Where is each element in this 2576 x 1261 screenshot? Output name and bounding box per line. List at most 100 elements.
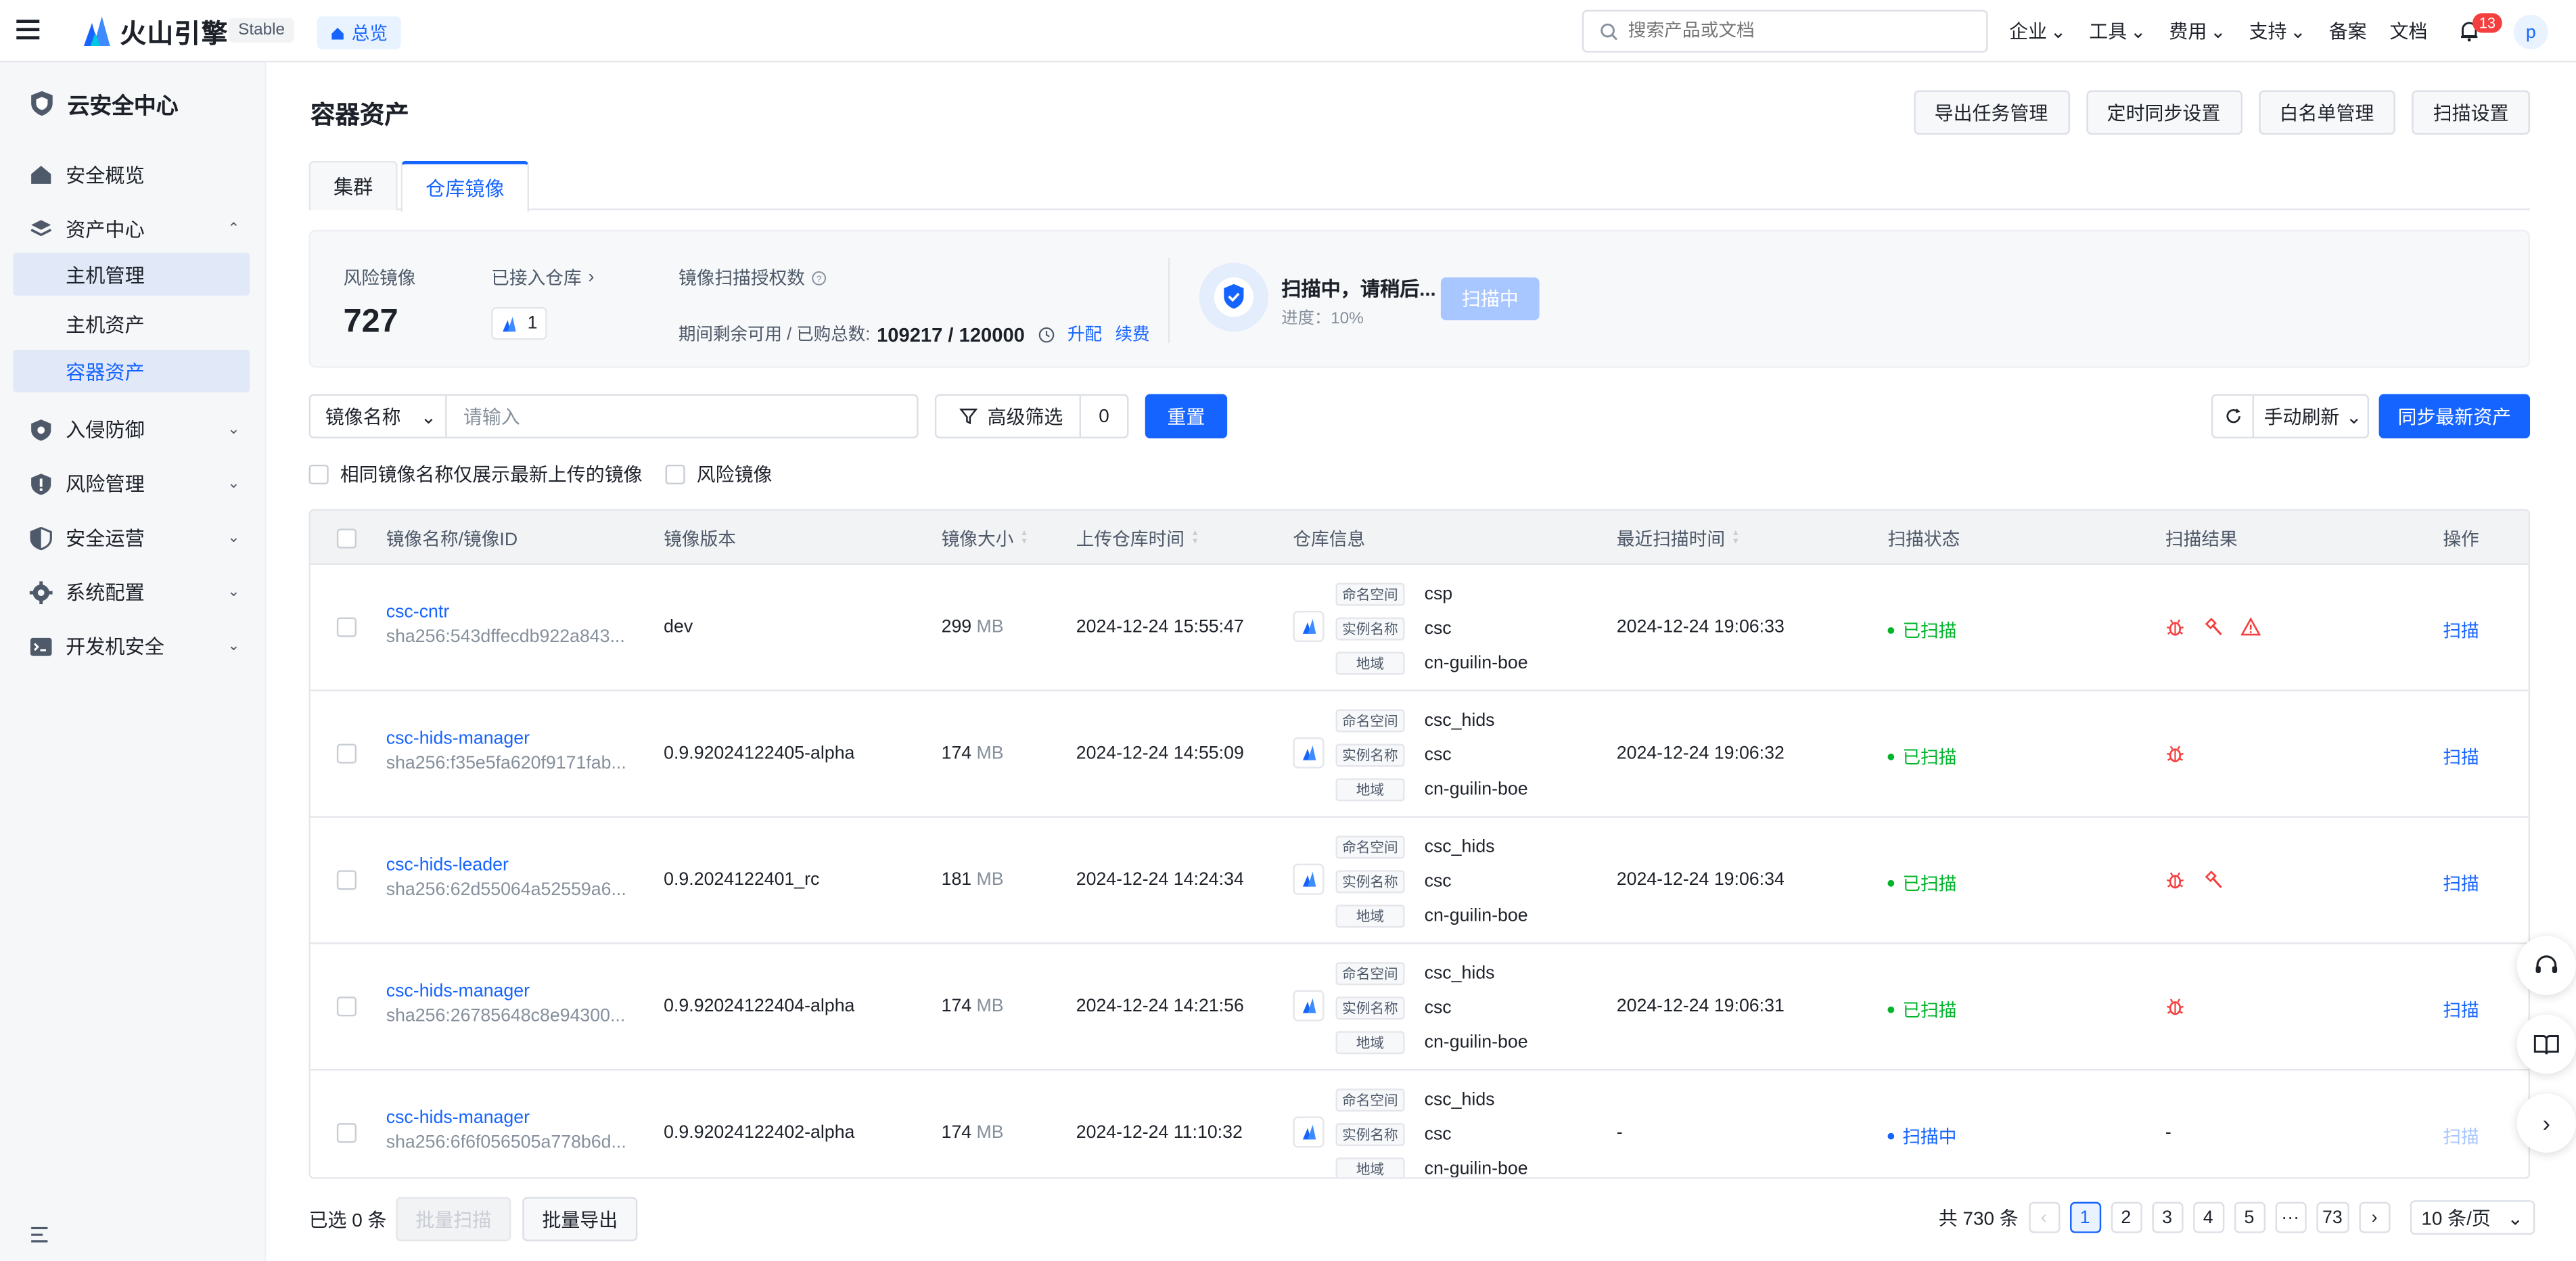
- renew-link[interactable]: 续费: [1115, 322, 1149, 346]
- select-all-checkbox[interactable]: [336, 511, 357, 565]
- col-size[interactable]: 镜像大小 ▲ ▼: [942, 511, 1029, 565]
- hammer-icon[interactable]: [2203, 870, 2223, 890]
- page-button[interactable]: 73: [2316, 1201, 2349, 1233]
- docs-float-button[interactable]: [2516, 1014, 2576, 1074]
- batch-export-button[interactable]: 批量导出: [522, 1197, 638, 1241]
- checkbox-box[interactable]: [308, 464, 329, 484]
- status-dot: [1887, 754, 1895, 760]
- menu-enterprise[interactable]: 企业 ⌄: [2009, 18, 2066, 45]
- overview-link[interactable]: 总览: [317, 16, 401, 49]
- sidebar-item-devbox[interactable]: 开发机安全 ⌄: [30, 632, 240, 660]
- page-button[interactable]: 2: [2110, 1201, 2142, 1233]
- scanning-button[interactable]: 扫描中: [1440, 277, 1540, 321]
- refresh-mode-select[interactable]: 手动刷新 ⌄: [2254, 403, 2362, 430]
- batch-scan-button[interactable]: 批量扫描: [396, 1197, 511, 1241]
- bug-icon[interactable]: [2165, 996, 2185, 1016]
- prev-page-button[interactable]: ‹: [2028, 1201, 2060, 1233]
- menu-billing[interactable]: 费用 ⌄: [2169, 18, 2226, 45]
- sync-assets-button[interactable]: 同步最新资产: [2378, 394, 2531, 439]
- size-value: 174: [941, 1123, 972, 1143]
- sort-icon[interactable]: ▲ ▼: [1020, 529, 1028, 546]
- row-checkbox[interactable]: [336, 870, 357, 890]
- menu-docs[interactable]: 文档: [2390, 18, 2428, 45]
- row-checkbox[interactable]: [336, 1123, 357, 1143]
- next-page-button[interactable]: ›: [2359, 1201, 2391, 1233]
- reset-button[interactable]: 重置: [1145, 394, 1228, 439]
- tab-repo-images[interactable]: 仓库镜像: [400, 160, 530, 212]
- sidebar-item-risk[interactable]: 风险管理 ⌄: [30, 469, 240, 497]
- global-search[interactable]: [1582, 9, 1988, 53]
- upgrade-link[interactable]: 升配: [1067, 322, 1102, 346]
- image-name-link[interactable]: csc-hids-manager: [386, 1108, 530, 1128]
- menu-icon[interactable]: [16, 20, 40, 40]
- warning-icon[interactable]: [2240, 617, 2261, 637]
- menu-tools[interactable]: 工具 ⌄: [2089, 18, 2146, 45]
- terminal-icon: [30, 637, 52, 656]
- hammer-icon[interactable]: [2203, 618, 2223, 637]
- avatar[interactable]: p: [2513, 14, 2548, 49]
- refresh-button[interactable]: [2213, 395, 2255, 437]
- advanced-filter-button[interactable]: 高级筛选 0: [934, 394, 1129, 439]
- help-icon[interactable]: ?: [812, 270, 827, 285]
- latest-only-checkbox[interactable]: 相同镜像名称仅展示最新上传的镜像: [308, 461, 643, 488]
- checkbox-box[interactable]: [336, 743, 357, 764]
- home-icon: [31, 166, 51, 184]
- support-float-button[interactable]: [2516, 936, 2576, 995]
- sort-icon[interactable]: ▲ ▼: [1191, 529, 1199, 546]
- sidebar-item-settings[interactable]: 系统配置 ⌄: [29, 578, 240, 605]
- scan-settings-button[interactable]: 扫描设置: [2412, 90, 2531, 135]
- sidebar-item-overview[interactable]: 安全概览: [30, 161, 240, 189]
- scan-action-link[interactable]: 扫描: [2443, 996, 2479, 1023]
- row-checkbox[interactable]: [336, 996, 357, 1017]
- image-name-link[interactable]: csc-cntr: [386, 603, 450, 622]
- size-value: 181: [941, 870, 972, 890]
- page-size-select[interactable]: 10 条/页 ⌄: [2410, 1200, 2535, 1235]
- checkbox-box[interactable]: [336, 870, 357, 890]
- row-checkbox[interactable]: [336, 617, 357, 637]
- checkbox-box[interactable]: [336, 996, 357, 1017]
- checkbox-box[interactable]: [665, 464, 685, 484]
- row-checkbox[interactable]: [336, 743, 357, 764]
- search-input[interactable]: [1628, 21, 1957, 41]
- name-search-input[interactable]: 请输入: [445, 394, 919, 439]
- bug-icon[interactable]: [2165, 618, 2185, 637]
- expand-float-button[interactable]: ›: [2516, 1093, 2576, 1153]
- scheduled-sync-button[interactable]: 定时同步设置: [2086, 90, 2242, 135]
- image-name-link[interactable]: csc-hids-leader: [386, 856, 509, 875]
- bug-icon[interactable]: [2165, 870, 2185, 890]
- tab-cluster[interactable]: 集群: [308, 160, 398, 210]
- menu-icp[interactable]: 备案: [2329, 18, 2367, 45]
- export-tasks-button[interactable]: 导出任务管理: [1913, 90, 2069, 135]
- page-button[interactable]: 1: [2069, 1201, 2101, 1233]
- sidebar-item-intrusion[interactable]: 入侵防御 ⌄: [30, 415, 240, 443]
- sidebar-item-operations[interactable]: 安全运营 ⌄: [30, 524, 240, 551]
- sidebar-sub-host-assets[interactable]: 主机资产: [13, 302, 250, 345]
- checkbox-box[interactable]: [336, 1123, 357, 1143]
- checkbox-box[interactable]: [336, 528, 357, 548]
- scan-action-link[interactable]: 扫描: [2443, 870, 2479, 896]
- col-upload-time[interactable]: 上传仓库时间 ▲ ▼: [1076, 511, 1199, 565]
- sort-icon[interactable]: ▲ ▼: [1732, 529, 1740, 546]
- sidebar-sub-container-assets[interactable]: 容器资产: [13, 349, 250, 393]
- page-ellipsis[interactable]: ···: [2274, 1201, 2306, 1233]
- connected-repos-link[interactable]: 已接入仓库 ›: [491, 265, 594, 291]
- brand-logo[interactable]: 火山引擎: [80, 12, 229, 51]
- sidebar-item-assets[interactable]: 资产中心 ⌃: [30, 215, 240, 243]
- page-button[interactable]: 4: [2192, 1201, 2224, 1233]
- scan-action-link[interactable]: 扫描: [2443, 618, 2479, 644]
- image-name-link[interactable]: csc-hids-manager: [386, 982, 530, 1001]
- image-name-link[interactable]: csc-hids-manager: [386, 729, 530, 749]
- scan-action-link[interactable]: 扫描: [2443, 743, 2479, 770]
- col-scan-time[interactable]: 最近扫描时间 ▲ ▼: [1617, 511, 1740, 565]
- sidebar-sub-host-management[interactable]: 主机管理: [13, 252, 250, 296]
- page-button[interactable]: 3: [2151, 1201, 2183, 1233]
- page-button[interactable]: 5: [2233, 1201, 2266, 1233]
- scan-action-link[interactable]: 扫描: [2443, 1123, 2479, 1149]
- menu-support[interactable]: 支持 ⌄: [2249, 18, 2306, 45]
- risk-images-checkbox[interactable]: 风险镜像: [665, 461, 772, 488]
- bug-icon[interactable]: [2165, 743, 2185, 763]
- checkbox-box[interactable]: [336, 617, 357, 637]
- collapse-sidebar-icon[interactable]: [30, 1225, 49, 1245]
- field-select[interactable]: 镜像名称 ⌄: [308, 394, 447, 439]
- whitelist-button[interactable]: 白名单管理: [2258, 90, 2395, 135]
